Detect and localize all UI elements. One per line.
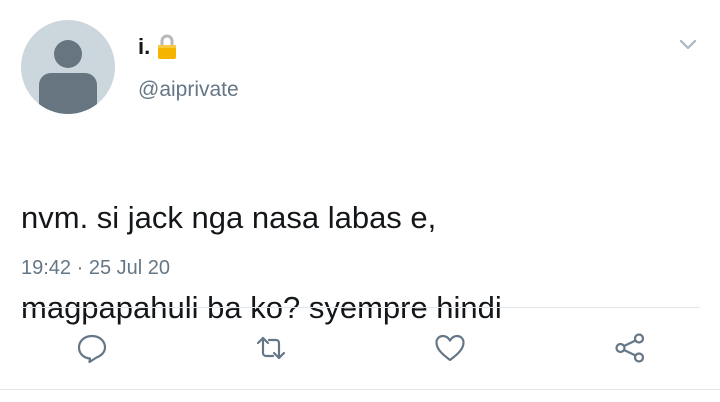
chevron-down-icon[interactable] [676,35,700,55]
avatar[interactable] [21,20,115,114]
tweet-text-line: nvm. si jack nga nasa labas e, [21,200,437,235]
divider [0,389,720,390]
share-icon [615,333,645,363]
tweet-date: 25 Jul 20 [88,257,171,279]
share-button[interactable] [610,325,650,371]
like-button[interactable] [430,325,470,371]
tweet-timestamp: 19:42 · 25 Jul 20 [21,257,170,280]
tweet-time: 19:42 [21,257,72,279]
avatar-head-shape [54,40,82,68]
retweet-button[interactable] [251,325,291,371]
action-bar [0,325,720,371]
reply-button[interactable] [72,325,112,371]
heart-icon [435,334,465,362]
lock-icon [156,34,178,60]
name-row: i. [138,32,178,62]
divider [21,307,700,308]
tweet-card: i. @aiprivate nvm. si jack nga nasa laba… [0,0,720,402]
reply-icon [77,334,107,364]
meta-separator: · [76,257,84,279]
display-name[interactable]: i. [138,34,150,60]
user-handle[interactable]: @aiprivate [138,78,239,102]
retweet-icon [256,336,286,360]
avatar-body-shape [39,73,97,114]
